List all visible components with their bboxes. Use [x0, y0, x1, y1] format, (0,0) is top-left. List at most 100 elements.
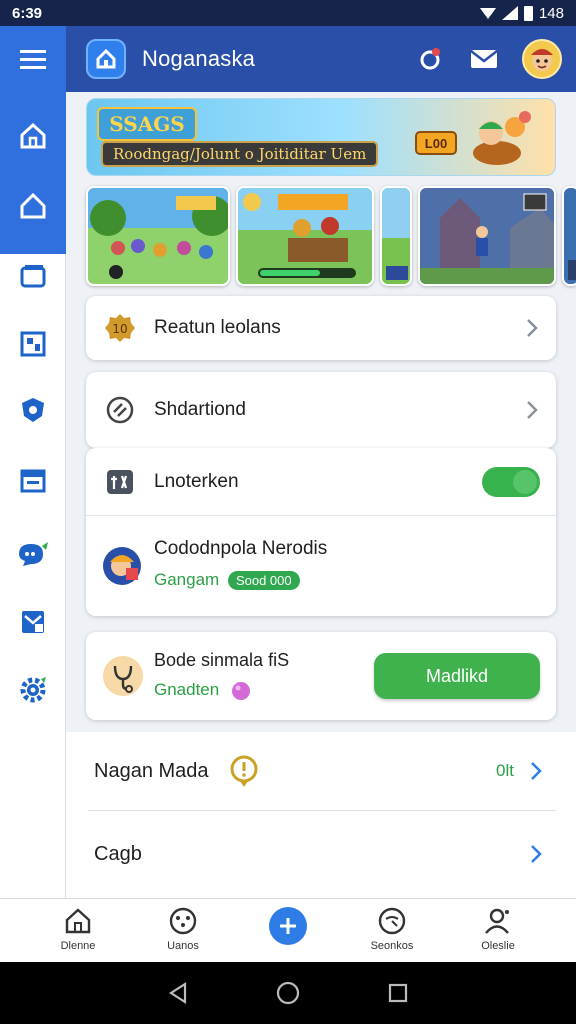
coordinates-tag: Sood 000: [227, 571, 300, 590]
wifi-icon: [479, 8, 496, 19]
svg-text:10: 10: [112, 322, 127, 336]
divider: [88, 810, 556, 811]
sidebar-item-home-outline[interactable]: [0, 178, 66, 234]
promo-banner[interactable]: SSAGS Roodngag/Jolunt o Joitiditar Uem L…: [86, 98, 556, 176]
game-thumbnail[interactable]: [86, 186, 230, 286]
shield-icon: [22, 398, 44, 422]
nav-search-label: Seonkos: [370, 940, 414, 952]
mail-icon: [22, 611, 44, 633]
sidebar-item-calendar[interactable]: [0, 452, 66, 508]
info-pin-icon: [230, 755, 258, 787]
back-icon: [168, 981, 187, 1005]
recents-icon: [388, 983, 408, 1003]
nav-add[interactable]: [240, 905, 336, 959]
code-action-button[interactable]: Madlikd: [374, 653, 540, 699]
home-button[interactable]: [274, 979, 302, 1007]
system-navigation-bar: [0, 962, 576, 1024]
nav-games-label: Uanos: [167, 940, 199, 952]
sidebar-item-home[interactable]: [0, 108, 66, 164]
gem-icon: [231, 681, 250, 700]
game-thumbnail[interactable]: [418, 186, 556, 286]
app-title: Noganaska: [142, 46, 256, 71]
bottom-navigation: Dlenne Uanos Seonkos Oleslie: [0, 898, 576, 962]
reason-card[interactable]: 10 Reatun leolans: [86, 296, 556, 360]
sidebar-item-cards[interactable]: [0, 248, 66, 304]
add-button[interactable]: [269, 907, 307, 945]
notification-button[interactable]: [414, 43, 446, 75]
avatar-icon: [531, 49, 553, 71]
coordinates-title: Cododnpola Nerodis: [154, 538, 328, 559]
calendar-icon: [20, 469, 46, 493]
cards-icon: [20, 265, 46, 288]
badge-icon: 10: [102, 310, 138, 346]
game-avatar-icon: [102, 546, 142, 586]
app-logo-icon[interactable]: [86, 39, 126, 79]
code-subtitle: Gnadten: [154, 680, 220, 699]
app-bar: Noganaska: [66, 26, 576, 92]
mail-icon: [470, 50, 498, 68]
sidebar-item-settings[interactable]: [0, 662, 66, 718]
bell-icon: [420, 48, 440, 70]
status-time: 6:39: [12, 4, 43, 22]
interactive-toggle[interactable]: [482, 466, 540, 497]
coordinates-row[interactable]: Cododnpola Nerodis Gangam Sood 000: [86, 516, 556, 616]
nav-profile-label: Oleslie: [481, 940, 515, 952]
status-bar: 6:39 148: [0, 0, 576, 26]
link-icon: [102, 392, 138, 428]
timer-icon: [378, 907, 406, 935]
recents-button[interactable]: [384, 979, 412, 1007]
reason-label: Reatun leolans: [154, 317, 281, 338]
menu-icon: [20, 50, 46, 69]
circle-home-icon: [276, 981, 300, 1005]
avatar[interactable]: [522, 39, 562, 79]
nagan-label: Nagan Mada: [94, 759, 209, 782]
profile-icon: [485, 908, 509, 934]
banner-caption: Roodngag/Jolunt o Joitiditar Uem: [101, 141, 379, 167]
battery-icon: [523, 5, 533, 21]
banner-badge: SSAGS: [97, 107, 197, 141]
home-icon: [65, 908, 91, 934]
chat-icon: [19, 542, 48, 566]
chevron-right-icon: [531, 762, 542, 780]
code-title: Bode sinmala fiS: [154, 650, 290, 670]
tools-icon: [102, 464, 138, 500]
stethoscope-icon: [102, 655, 144, 697]
dashboard-icon: [20, 331, 46, 357]
chevron-right-icon: [527, 401, 538, 419]
interactive-row[interactable]: Lnoterken: [86, 448, 556, 516]
mail-button[interactable]: [468, 43, 500, 75]
game-thumbnail[interactable]: [236, 186, 374, 286]
hot-air-balloon-icon: [473, 111, 531, 165]
sidebar-item-security[interactable]: [0, 382, 66, 438]
nav-home-label: Dlenne: [60, 940, 96, 952]
nav-games[interactable]: Uanos: [135, 905, 231, 959]
gamepad-icon: [169, 907, 197, 935]
cagb-row[interactable]: Cagb: [66, 812, 576, 896]
cagb-label: Cagb: [94, 842, 142, 865]
home-outline-icon: [20, 192, 46, 219]
nav-home[interactable]: Dlenne: [30, 905, 126, 959]
game-thumbnail[interactable]: [380, 186, 412, 286]
nav-search[interactable]: Seonkos: [344, 905, 440, 959]
battery-level: 148: [538, 4, 564, 22]
nagan-row[interactable]: Nagan Mada 0lt: [66, 732, 576, 810]
chevron-right-icon: [531, 845, 542, 863]
toggle-knob: [513, 469, 537, 494]
game-thumbnail[interactable]: [562, 186, 576, 286]
shortened-card[interactable]: Shdartiond: [86, 372, 556, 448]
shortened-label: Shdartiond: [154, 399, 246, 420]
chevron-right-icon: [527, 319, 538, 337]
sidebar: [0, 26, 66, 898]
home-icon: [20, 122, 46, 149]
back-button[interactable]: [164, 979, 192, 1007]
nagan-value: 0lt: [496, 761, 514, 780]
banner-coin-badge: L00: [415, 131, 457, 155]
game-thumbnails: [86, 186, 576, 286]
sidebar-item-chat[interactable]: [0, 526, 66, 582]
sidebar-item-dashboard[interactable]: [0, 316, 66, 372]
sidebar-item-mail[interactable]: [0, 594, 66, 650]
interactive-card: Lnoterken Cododnpola Nerodis Gangam Sood…: [86, 448, 556, 616]
signal-icon: [501, 6, 518, 20]
sidebar-item-menu[interactable]: [0, 32, 66, 88]
nav-profile[interactable]: Oleslie: [450, 905, 546, 959]
